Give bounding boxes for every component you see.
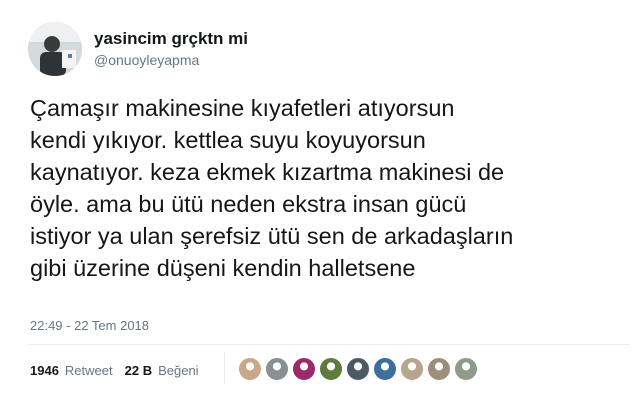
liker-avatar-7[interactable]: [400, 357, 424, 381]
retweet-count[interactable]: 1946: [30, 363, 59, 378]
tweet-line: kendi yıkıyor. kettlea suyu koyuyorsun: [30, 127, 426, 153]
tweet-text: Çamaşır makinesine kıyafetleri atıyorsun…: [30, 92, 635, 284]
like-count[interactable]: 22 B: [125, 363, 152, 378]
liker-avatar-4[interactable]: [319, 357, 343, 381]
like-label[interactable]: Beğeni: [158, 363, 198, 378]
liker-avatar-9[interactable]: [454, 357, 478, 381]
tweet-line: kaynatıyor. keza ekmek kızartma makinesi…: [30, 159, 505, 185]
tweet-stats: 1946 Retweet 22 B Beğeni: [30, 360, 199, 380]
tweet-line: istiyor ya ulan şerefsiz ütü sen de arka…: [30, 223, 514, 249]
tweet-line: gibi üzerine düşeni kendin halletsene: [30, 255, 416, 281]
tweet-line: öyle. ama bu ütü neden ekstra insan gücü: [30, 191, 467, 217]
liker-avatar-5[interactable]: [346, 357, 370, 381]
user-display-name[interactable]: yasincim grçktn mi: [94, 29, 248, 49]
liker-avatars: [238, 356, 481, 382]
liker-avatar-6[interactable]: [373, 357, 397, 381]
tweet-timestamp[interactable]: 22:49 - 22 Tem 2018: [30, 318, 149, 333]
liker-avatar-8[interactable]: [427, 357, 451, 381]
divider: [28, 344, 630, 345]
tweet-line: Çamaşır makinesine kıyafetleri atıyorsun: [30, 95, 455, 121]
retweet-label[interactable]: Retweet: [65, 363, 113, 378]
liker-avatar-1[interactable]: [238, 357, 262, 381]
stats-separator: [224, 352, 225, 384]
liker-avatar-3[interactable]: [292, 357, 316, 381]
profile-photo-icon: [28, 22, 82, 76]
user-handle[interactable]: @onuoyleyapma: [94, 52, 199, 68]
liker-avatar-2[interactable]: [265, 357, 289, 381]
profile-avatar[interactable]: [28, 22, 82, 76]
